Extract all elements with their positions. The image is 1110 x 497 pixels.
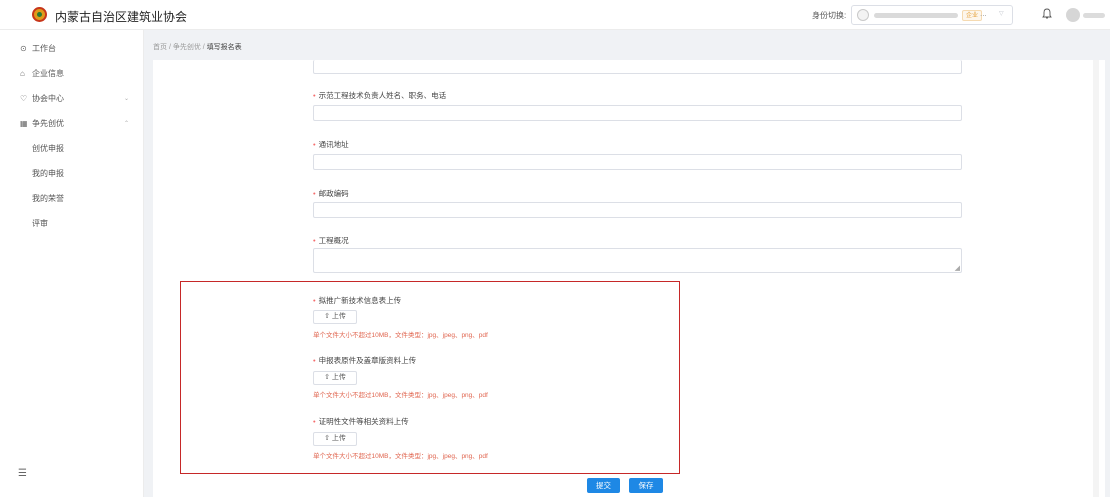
sidebar-item-label: 企业信息: [32, 69, 64, 78]
user-avatar[interactable]: [1066, 8, 1080, 22]
role-switch-select[interactable]: 企业 ... ▽: [851, 5, 1013, 25]
bell-icon[interactable]: [1042, 8, 1052, 20]
upload-section-highlight: [180, 281, 680, 474]
sidebar-item-label: 工作台: [32, 44, 56, 53]
save-button[interactable]: 保存: [629, 478, 663, 493]
sidebar-subitem-label: 评审: [32, 219, 48, 228]
home-icon: ⌂: [20, 69, 25, 78]
association-logo: [32, 7, 47, 22]
required-mark: •: [313, 140, 316, 149]
menu-collapse-icon[interactable]: ☰: [18, 468, 27, 479]
required-mark: •: [313, 236, 316, 245]
app-title: 内蒙古自治区建筑业协会: [55, 10, 188, 24]
sidebar-subitem-label: 我的荣誉: [32, 194, 64, 203]
field-label-address: • 通讯地址: [313, 140, 349, 149]
sidebar-item-company-info[interactable]: ⌂ 企业信息: [0, 64, 144, 84]
chevron-up-icon: ⌃: [124, 121, 130, 127]
sidebar-item-workbench[interactable]: ⊙ 工作台: [0, 39, 144, 59]
submit-button[interactable]: 提交: [587, 478, 620, 493]
address-input[interactable]: [313, 154, 962, 170]
breadcrumb: 首页 / 争先创优 / 填写报名表: [153, 42, 242, 52]
tech-lead-input[interactable]: [313, 105, 962, 121]
grid-icon: ▦: [20, 119, 28, 128]
field-label-postcode: • 邮政编码: [313, 189, 349, 198]
sidebar-item-excellence[interactable]: ▦ 争先创优 ⌃: [0, 114, 144, 134]
role-ellipsis: ...: [980, 9, 987, 18]
sidebar: ⊙ 工作台 ⌂ 企业信息 ♡ 协会中心 ⌄ ▦ 争先创优 ⌃ 创优申报 我的申报…: [0, 30, 144, 497]
breadcrumb-current: 填写报名表: [206, 44, 242, 51]
required-mark: •: [313, 91, 316, 100]
postcode-input[interactable]: [313, 202, 962, 218]
breadcrumb-section[interactable]: 争先创优: [173, 44, 201, 51]
vertical-scrollbar[interactable]: [1093, 60, 1099, 497]
required-mark: •: [313, 189, 316, 198]
role-type-badge: 企业: [962, 10, 983, 21]
project-overview-textarea[interactable]: ◢: [313, 248, 962, 273]
role-switch-label: 身份切换:: [812, 11, 847, 20]
clock-icon: ⊙: [20, 44, 27, 53]
sidebar-subitem-label: 我的申报: [32, 169, 64, 178]
sidebar-item-association-center[interactable]: ♡ 协会中心 ⌄: [0, 89, 144, 109]
resize-handle-icon[interactable]: ◢: [955, 265, 960, 272]
user-name-redacted[interactable]: [1083, 13, 1105, 18]
sidebar-item-label: 协会中心: [32, 94, 64, 103]
sidebar-subitem-review[interactable]: 评审: [0, 214, 144, 234]
chevron-down-icon: ▽: [999, 11, 1004, 17]
previous-field-input[interactable]: [313, 60, 962, 74]
sidebar-subitem-my-honors[interactable]: 我的荣誉: [0, 189, 144, 209]
top-bar: 内蒙古自治区建筑业协会 身份切换: 企业 ... ▽: [0, 0, 1110, 30]
sidebar-subitem-my-applications[interactable]: 我的申报: [0, 164, 144, 184]
shield-icon: ♡: [20, 94, 28, 103]
role-name-redacted: [874, 13, 958, 18]
breadcrumb-home[interactable]: 首页: [153, 44, 167, 51]
field-label-project-overview: • 工程概况: [313, 236, 349, 245]
field-label-tech-lead: • 示范工程技术负责人姓名、职务、电话: [313, 91, 447, 100]
sidebar-subitem-apply[interactable]: 创优申报: [0, 139, 144, 159]
sidebar-subitem-label: 创优申报: [32, 144, 64, 153]
role-avatar-icon: [857, 9, 869, 21]
chevron-down-icon: ⌄: [124, 96, 130, 102]
sidebar-item-label: 争先创优: [32, 119, 64, 128]
